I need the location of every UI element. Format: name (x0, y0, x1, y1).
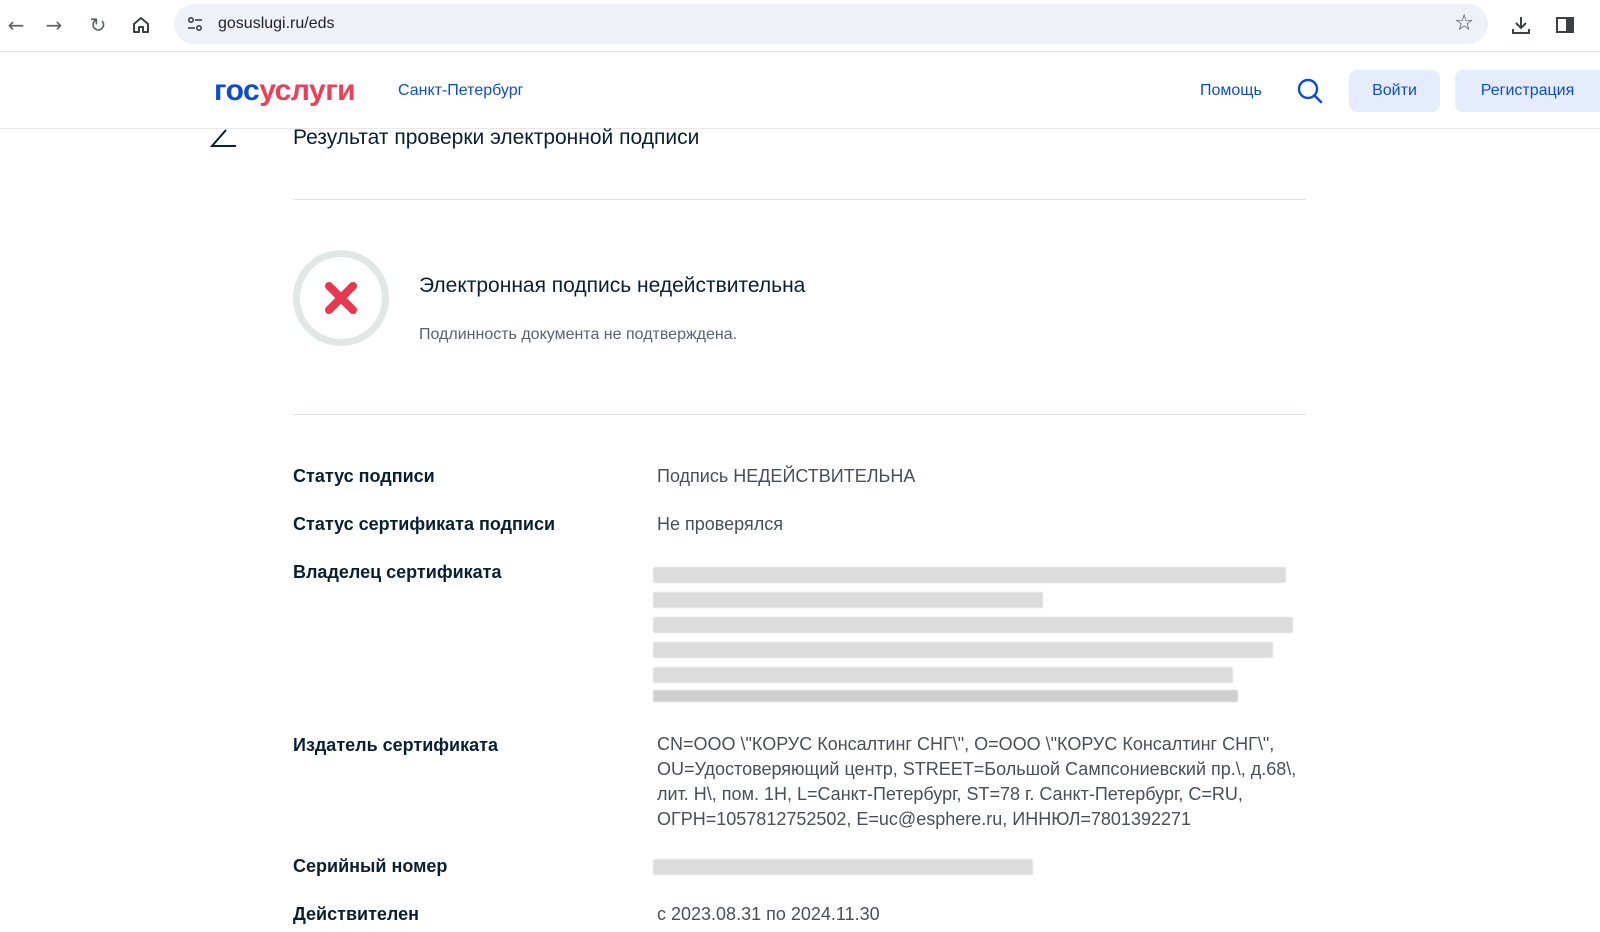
url-text[interactable]: gosuslugi.ru/eds (218, 15, 335, 33)
certificate-status-label: Статус сертификата подписи (293, 514, 556, 534)
login-button[interactable]: Войти (1349, 70, 1440, 112)
back-arrow-icon[interactable] (209, 128, 238, 150)
reload-icon[interactable]: ↻ (82, 9, 114, 41)
certificate-issuer-value: CN=ООО \"КОРУС Консалтинг СНГ\", O=ООО \… (657, 734, 1297, 829)
redacted-line (653, 667, 1233, 683)
address-bar[interactable]: gosuslugi.ru/eds ☆ (174, 4, 1488, 44)
search-icon[interactable] (1296, 77, 1324, 105)
redacted-line (653, 642, 1273, 658)
result-title: Электронная подпись недействительна (419, 274, 806, 297)
signature-status-label: Статус подписи (293, 466, 435, 486)
register-button[interactable]: Регистрация (1455, 70, 1600, 112)
certificate-status-value: Не проверялся (657, 514, 783, 534)
certificate-owner-label: Владелец сертификата (293, 562, 502, 582)
browser-toolbar: ← → ↻ gosuslugi.ru/eds ☆ (0, 0, 1600, 52)
divider (293, 199, 1306, 200)
site-header: госуслуги Санкт-Петербург Помощь Войти Р… (0, 53, 1600, 129)
divider (293, 414, 1306, 415)
forward-icon[interactable]: → (38, 9, 70, 41)
certificate-issuer-label: Издатель сертификата (293, 735, 498, 755)
redacted-line (653, 690, 1238, 702)
error-cross-icon (325, 282, 357, 314)
serial-number-redacted (653, 859, 1033, 875)
region-selector[interactable]: Санкт-Петербург (398, 82, 523, 100)
redacted-line (653, 567, 1286, 583)
redacted-line (653, 617, 1293, 633)
site-settings-icon[interactable] (184, 13, 206, 35)
side-panel-icon[interactable] (1549, 9, 1581, 41)
page-title: Результат проверки электронной подписи (293, 126, 700, 149)
home-icon[interactable] (125, 9, 157, 41)
status-circle (293, 250, 389, 346)
serial-number-label: Серийный номер (293, 856, 448, 876)
help-link[interactable]: Помощь (1200, 82, 1262, 100)
redacted-line (653, 592, 1043, 608)
logo-part-gos: гос (214, 74, 260, 107)
valid-period-value: с 2023.08.31 по 2024.11.30 (657, 904, 880, 924)
gosuslugi-logo[interactable]: госуслуги (214, 74, 356, 108)
logo-part-uslugi: услуги (259, 74, 356, 107)
back-icon[interactable]: ← (0, 9, 32, 41)
bookmark-star-icon[interactable]: ☆ (1454, 11, 1474, 36)
result-subtitle: Подлинность документа не подтверждена. (419, 326, 738, 343)
signature-status-value: Подпись НЕДЕЙСТВИТЕЛЬНА (657, 466, 916, 486)
valid-period-label: Действителен (293, 904, 419, 924)
download-icon[interactable] (1505, 9, 1537, 41)
